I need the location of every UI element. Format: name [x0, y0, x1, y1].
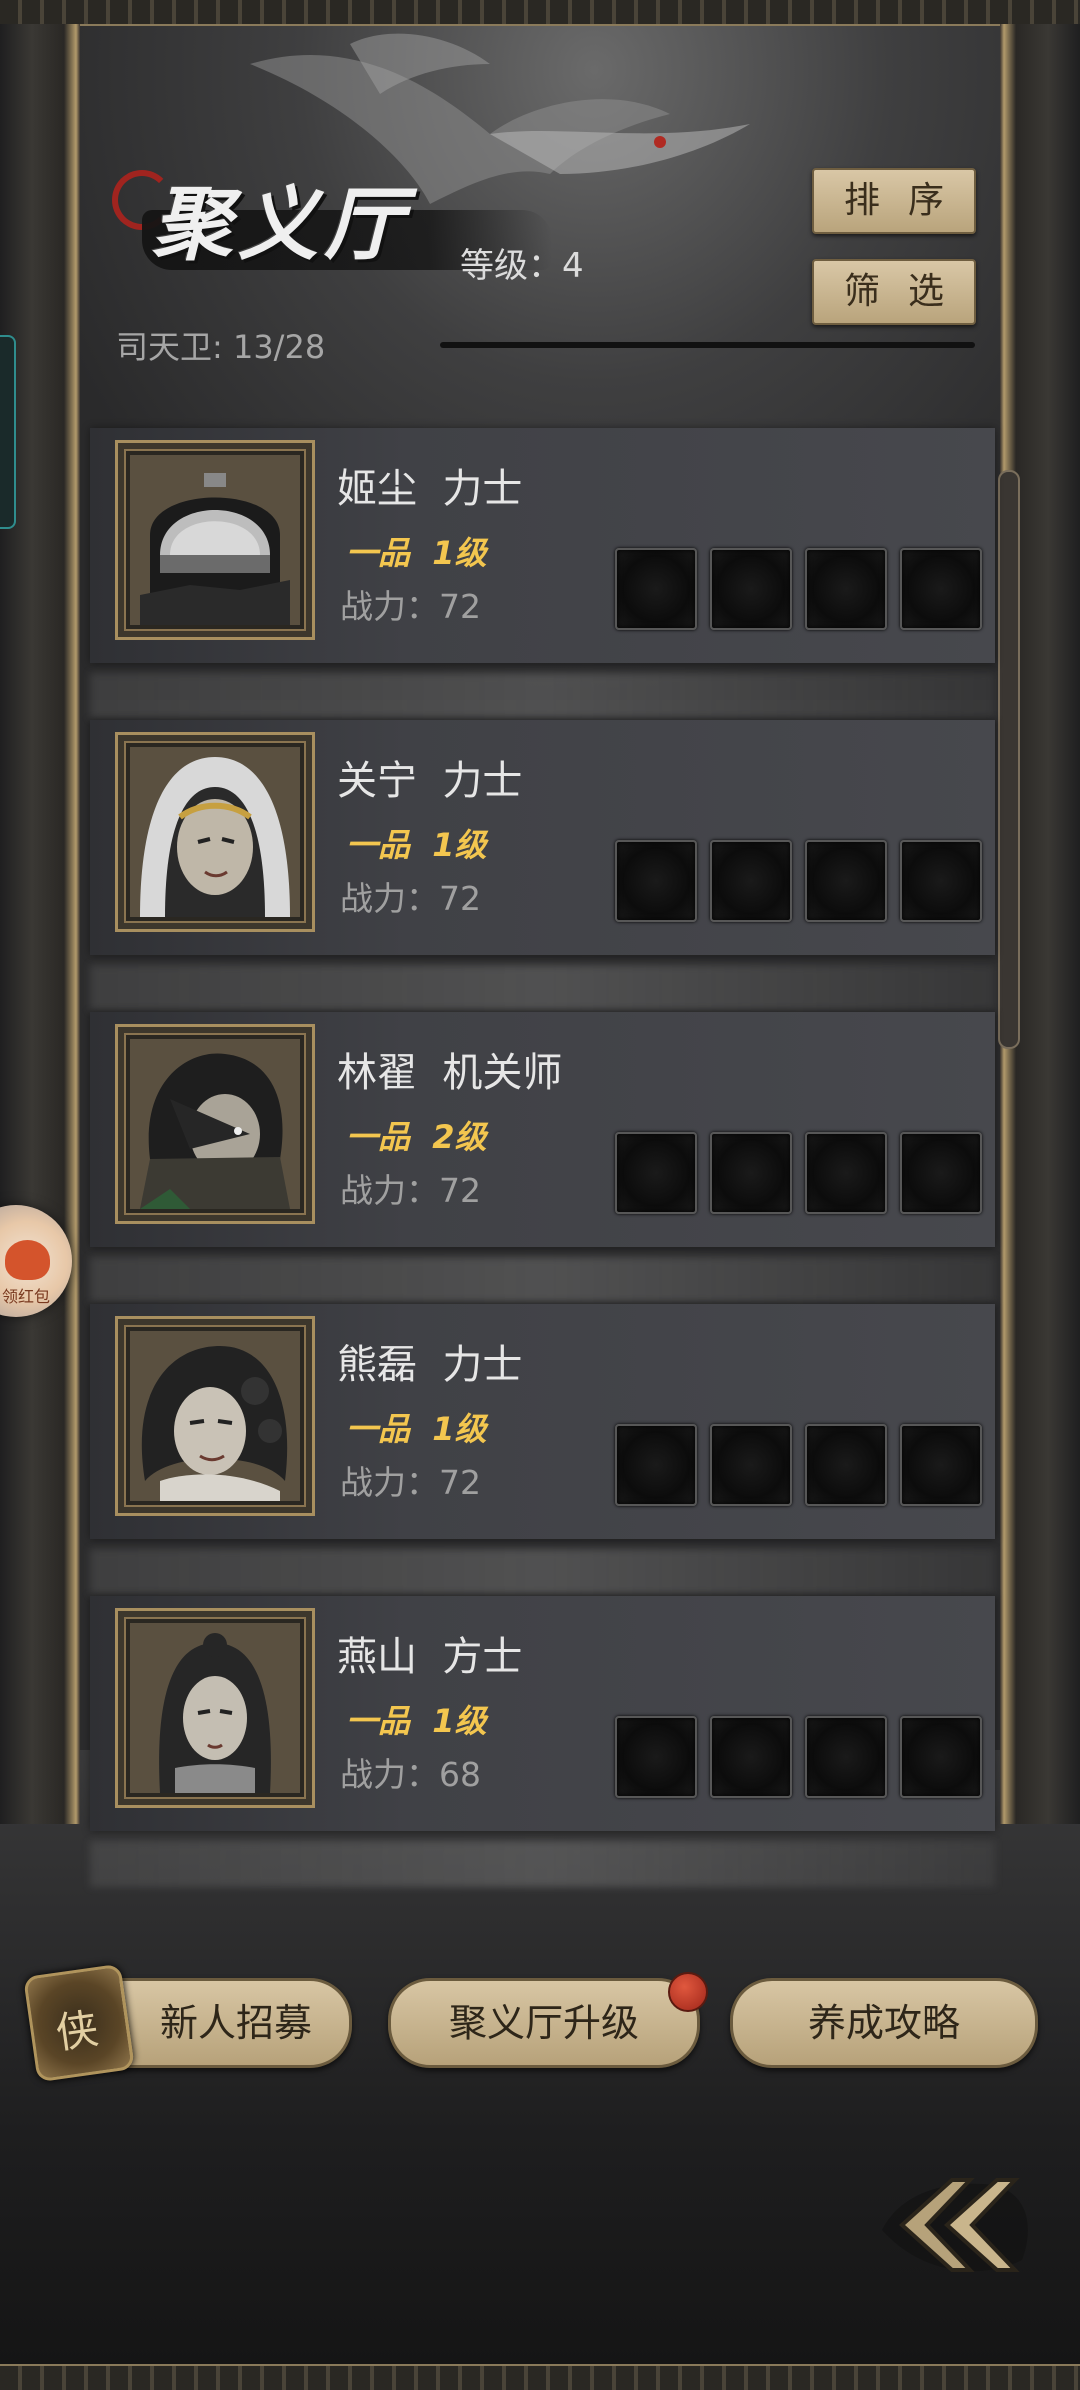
hero-rank-level: 一品 1级 — [346, 826, 487, 864]
hall-upgrade-button[interactable]: 聚义厅升级 — [388, 1978, 700, 2068]
hero-name: 关宁 力士 — [337, 758, 523, 804]
hero-rank-level: 一品 1级 — [346, 1410, 487, 1448]
equipment-slot[interactable] — [615, 1716, 697, 1798]
equipment-slot[interactable] — [900, 1716, 982, 1798]
equipment-slot[interactable] — [710, 1424, 792, 1506]
hero-card[interactable]: 姬尘 力士 一品 1级 战力：72 — [90, 428, 995, 663]
hero-name: 熊磊 力士 — [337, 1342, 523, 1388]
float-label: 领红包 — [2, 1287, 51, 1306]
hero-portrait — [115, 1024, 315, 1224]
page-title: 聚义厅 — [152, 177, 410, 271]
equipment-slot[interactable] — [615, 840, 697, 922]
equipment-slot[interactable] — [900, 1132, 982, 1214]
hero-rank-level: 一品 1级 — [346, 1702, 487, 1740]
ink-divider — [440, 342, 975, 348]
equipment-slot[interactable] — [900, 840, 982, 922]
equipment-slot[interactable] — [805, 1424, 887, 1506]
hero-card[interactable]: 燕山 方士 一品 1级 战力：68 — [90, 1596, 995, 1831]
hero-power: 战力：72 — [340, 1463, 481, 1502]
long-hair-sorcerer-portrait — [130, 1623, 300, 1793]
back-arrow-icon[interactable] — [872, 2150, 1042, 2290]
equipment-slot[interactable] — [900, 1424, 982, 1506]
equipment-slot[interactable] — [615, 1132, 697, 1214]
notification-dot-icon — [668, 1972, 708, 2012]
hall-level: 等级：4 — [460, 246, 584, 286]
hero-portrait — [115, 1316, 315, 1516]
curly-hair-woman-portrait — [130, 1331, 300, 1501]
equipment-slot[interactable] — [710, 1132, 792, 1214]
hero-card[interactable]: 林翟 机关师 一品 2级 战力：72 — [90, 1012, 995, 1247]
hero-card[interactable]: 熊磊 力士 一品 1级 战力：72 — [90, 1304, 995, 1539]
hero-power: 战力：72 — [340, 1171, 481, 1210]
filter-button[interactable]: 筛选 — [812, 259, 976, 325]
hero-portrait — [115, 440, 315, 640]
helmet-warrior-portrait — [130, 455, 300, 625]
hero-name: 燕山 方士 — [337, 1634, 523, 1680]
equipment-slot[interactable] — [710, 1716, 792, 1798]
equipment-slot[interactable] — [805, 548, 887, 630]
masked-mechanist-portrait — [130, 1039, 300, 1209]
recruit-token-icon: 侠 — [23, 1963, 135, 2083]
hooded-woman-portrait — [130, 747, 300, 917]
growth-guide-button[interactable]: 养成攻略 — [730, 1978, 1038, 2068]
side-tab[interactable] — [0, 335, 16, 529]
equipment-slot[interactable] — [710, 548, 792, 630]
hero-rank-level: 一品 1级 — [346, 534, 487, 572]
sort-button[interactable]: 排序 — [812, 168, 976, 234]
guard-count: 司天卫: 13/28 — [116, 328, 326, 366]
equipment-slot[interactable] — [805, 1716, 887, 1798]
hero-card[interactable]: 关宁 力士 一品 1级 战力：72 — [90, 720, 995, 955]
hero-power: 战力：72 — [340, 587, 481, 626]
hero-power: 战力：72 — [340, 879, 481, 918]
hero-name: 姬尘 力士 — [337, 466, 523, 512]
hero-name: 林翟 机关师 — [337, 1050, 563, 1096]
left-pillar — [0, 24, 80, 1824]
hero-power: 战力：68 — [340, 1755, 481, 1794]
equipment-slot[interactable] — [710, 840, 792, 922]
hero-portrait — [115, 1608, 315, 1808]
equipment-slot[interactable] — [615, 548, 697, 630]
equipment-slot[interactable] — [900, 548, 982, 630]
equipment-slot[interactable] — [805, 1132, 887, 1214]
scrollbar[interactable] — [998, 470, 1020, 1049]
hero-rank-level: 一品 2级 — [346, 1118, 487, 1156]
title-block: 聚义厅 — [112, 160, 552, 290]
equipment-slot[interactable] — [805, 840, 887, 922]
equipment-slot[interactable] — [615, 1424, 697, 1506]
flower-icon — [5, 1240, 50, 1280]
recruit-icon-char: 侠 — [52, 2003, 102, 2059]
top-frame — [0, 0, 1080, 26]
bottom-frame — [0, 2364, 1080, 2390]
hero-portrait — [115, 732, 315, 932]
